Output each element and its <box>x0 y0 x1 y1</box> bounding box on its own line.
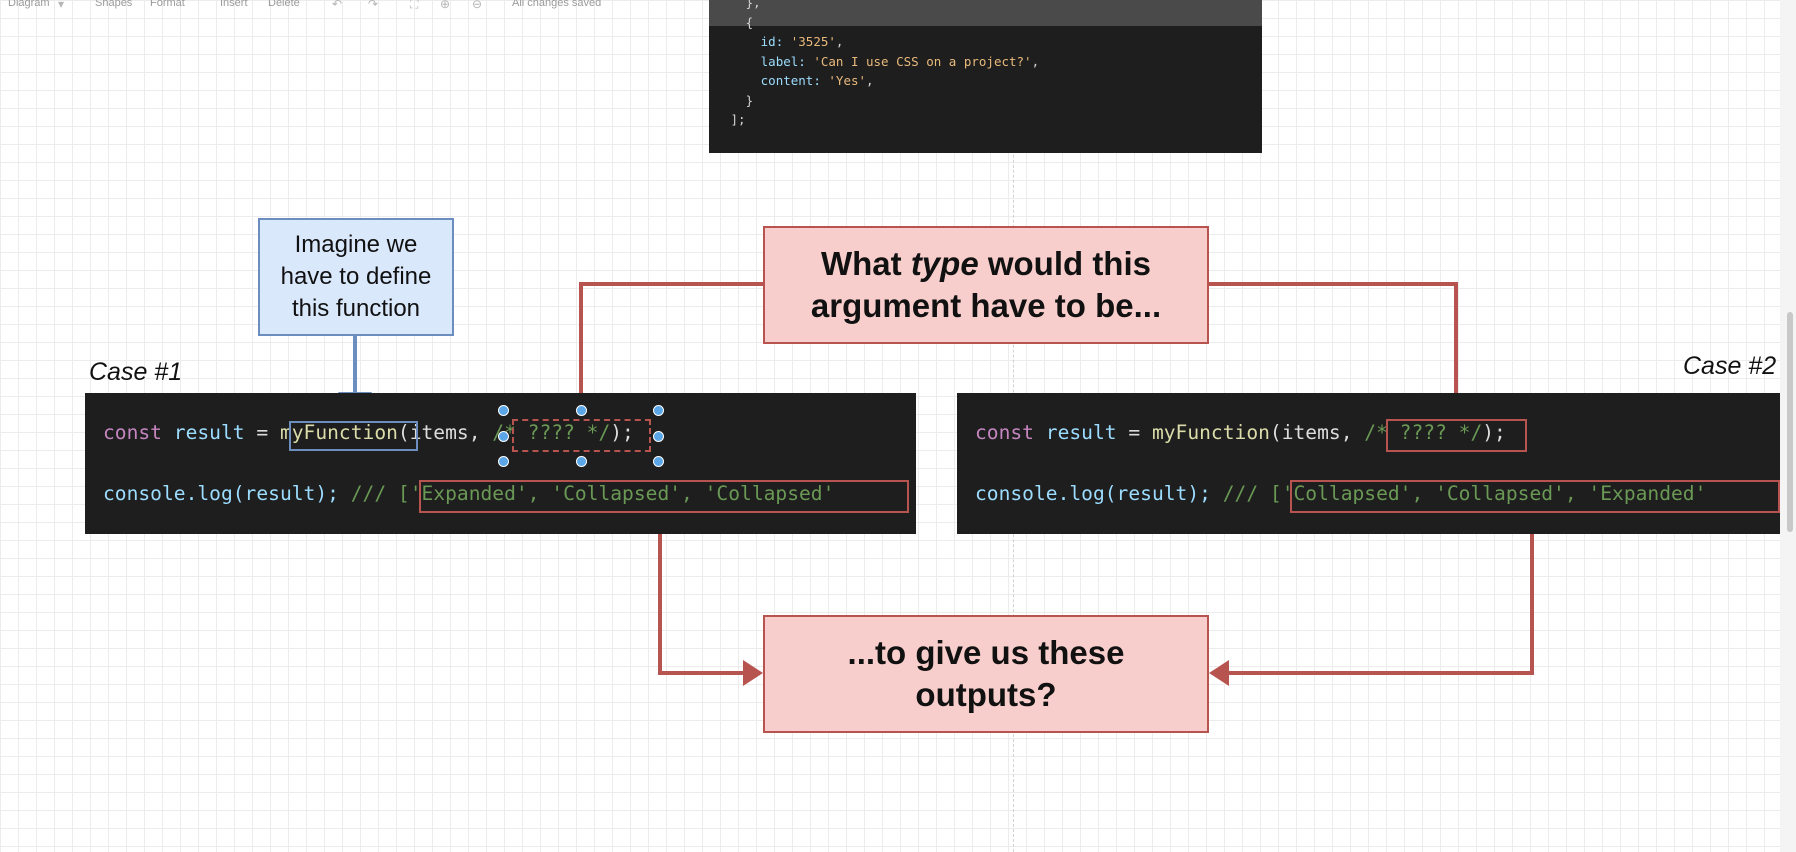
case1-fn-highlight <box>289 421 418 451</box>
resize-handle[interactable] <box>653 456 664 467</box>
callout-imagine[interactable]: Imagine we have to define this function <box>258 218 454 336</box>
resize-handle[interactable] <box>576 405 587 416</box>
case1-arg-highlight[interactable] <box>512 419 651 452</box>
resize-handle[interactable] <box>576 456 587 467</box>
resize-handle[interactable] <box>653 431 664 442</box>
callout-give-outputs[interactable]: ...to give us these outputs? <box>763 615 1209 733</box>
callout-give-outputs-line1: ...to give us these <box>847 634 1125 671</box>
case2-arg-highlight <box>1386 419 1527 452</box>
resize-handle[interactable] <box>498 431 509 442</box>
callout-give-outputs-line2: outputs? <box>915 676 1057 713</box>
callout-what-type[interactable]: What type would this argument have to be… <box>763 226 1209 344</box>
arrowhead-bottom-right <box>1209 660 1229 686</box>
case1-code-panel[interactable]: const result = myFunction(items, /* ????… <box>85 393 916 534</box>
callout-imagine-line: Imagine we <box>294 231 418 258</box>
case2-output-highlight <box>1290 480 1780 513</box>
arrow-from-case2-output <box>1225 512 1534 675</box>
case2-label: Case #2 <box>1683 352 1777 380</box>
case2-code-panel[interactable]: const result = myFunction(items, /* ????… <box>957 393 1780 534</box>
emphasis-type: type <box>910 245 979 282</box>
arrow-from-case1-output <box>658 512 748 675</box>
arrowhead-bottom-left <box>743 660 763 686</box>
resize-handle[interactable] <box>653 405 664 416</box>
case1-label: Case #1 <box>89 358 183 386</box>
callout-imagine-line: have to define <box>280 263 432 290</box>
callout-what-type-line1: What type would this <box>820 245 1151 282</box>
callout-imagine-line: this function <box>291 295 421 322</box>
resize-handle[interactable] <box>498 405 509 416</box>
case1-output-highlight <box>419 480 909 513</box>
callout-what-type-line2: argument have to be... <box>810 287 1162 324</box>
resize-handle[interactable] <box>498 456 509 467</box>
